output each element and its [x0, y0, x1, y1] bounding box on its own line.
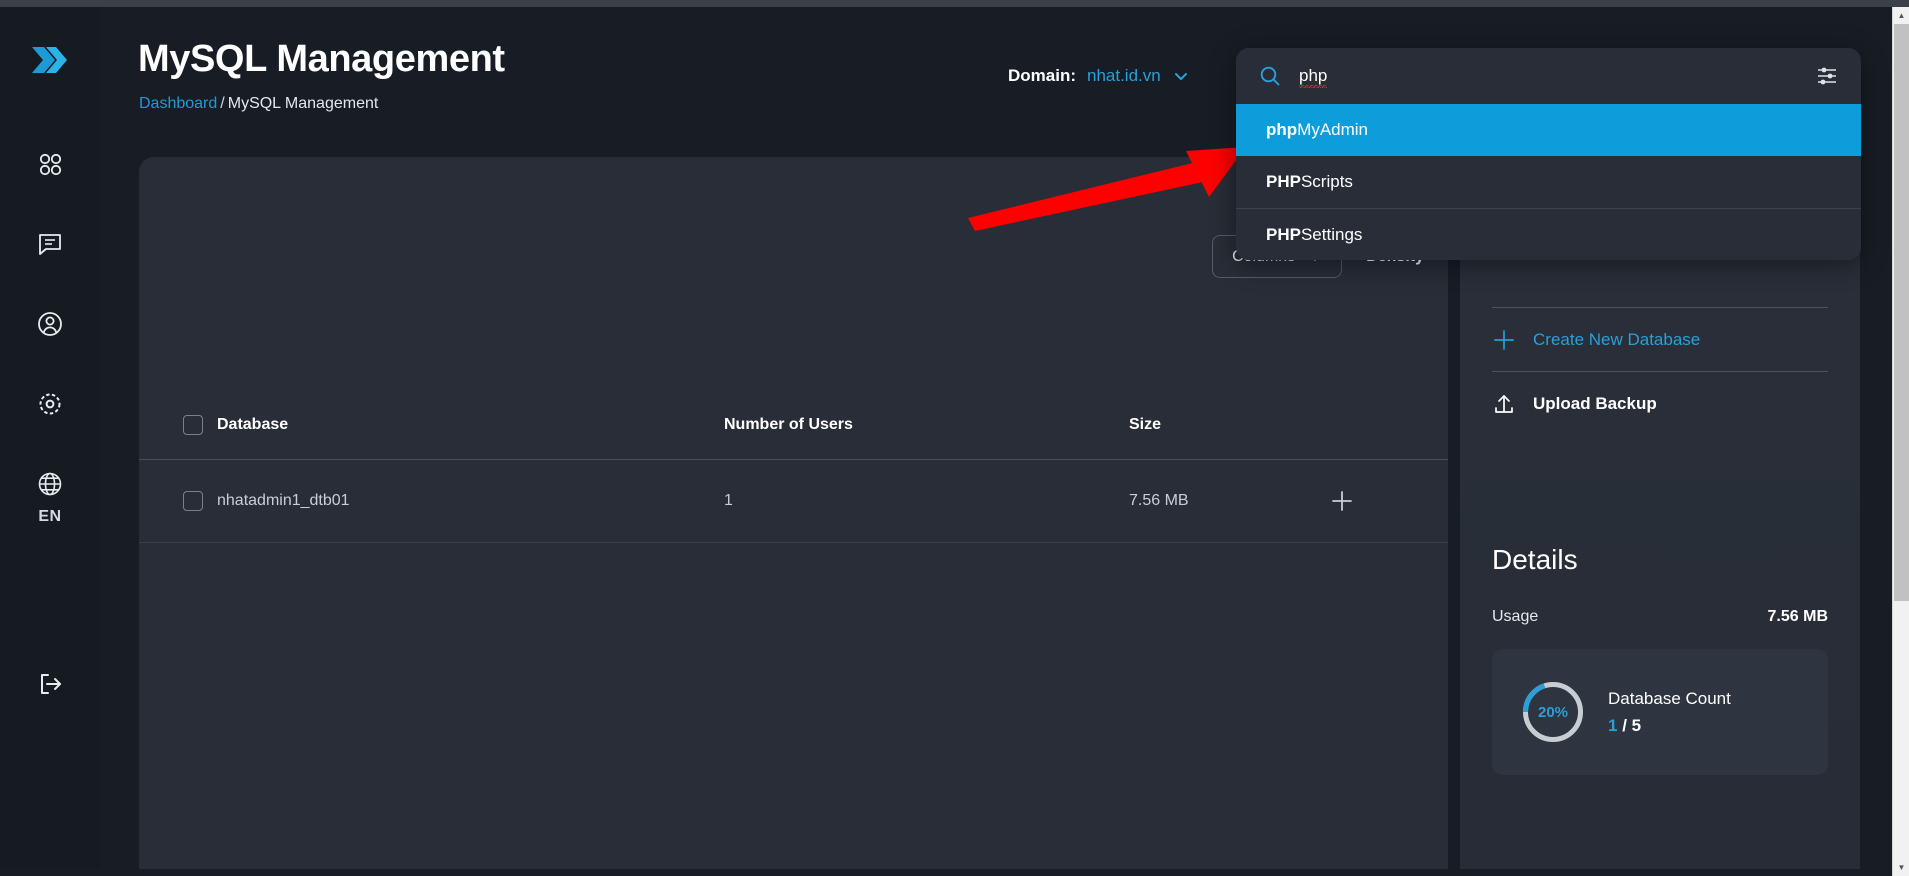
sidebar-item-settings[interactable] [35, 388, 66, 419]
domain-selector[interactable]: Domain: nhat.id.vn [1008, 66, 1190, 86]
database-count-total: 5 [1631, 715, 1642, 735]
page-title: MySQL Management [138, 38, 505, 80]
column-header-actions [1329, 415, 1448, 460]
usage-value: 7.56 MB [1767, 608, 1828, 625]
suggestion-rest: MyAdmin [1297, 120, 1369, 139]
upload-backup-button[interactable]: Upload Backup [1460, 372, 1860, 435]
suggestion-match: PHP [1266, 172, 1301, 191]
app-root: EN MySQL Management Dashboard / MySQL Mana… [0, 0, 1909, 876]
brand-logo-icon[interactable] [28, 38, 72, 82]
usage-label: Usage [1492, 608, 1539, 625]
left-sidebar: EN [0, 7, 100, 869]
plus-icon [1329, 488, 1448, 514]
scroll-down-icon[interactable]: ▼ [1893, 859, 1909, 876]
row-select-cell [139, 459, 217, 543]
user-circle-icon [35, 309, 65, 339]
search-suggestion-php-scripts[interactable]: PHP Scripts [1236, 156, 1861, 208]
row-expand-button[interactable] [1329, 459, 1448, 543]
sidebar-item-messages[interactable] [35, 228, 66, 259]
search-suggestion-php-settings[interactable]: PHP Settings [1236, 208, 1861, 260]
database-count-text: Database Count 1 / 5 [1608, 689, 1731, 736]
row-checkbox[interactable] [183, 491, 203, 511]
breadcrumb: Dashboard / MySQL Management [139, 95, 378, 113]
donut-percent-label: 20% [1537, 703, 1569, 721]
databases-table: Database Number of Users Size nhatadmin1… [139, 415, 1448, 543]
logout-button[interactable] [35, 669, 65, 699]
database-count-current: 1 [1608, 715, 1618, 735]
cell-size: 7.56 MB [1129, 459, 1329, 543]
page-scrollbar[interactable]: ▲ ▼ [1892, 7, 1909, 876]
breadcrumb-current: MySQL Management [227, 95, 379, 112]
create-database-button[interactable]: Create New Database [1460, 308, 1860, 371]
logout-icon [35, 674, 65, 703]
database-count-title: Database Count [1608, 688, 1731, 708]
column-header-size[interactable]: Size [1129, 415, 1329, 460]
table-row[interactable]: nhatadmin1_dtb01 1 7.56 MB [139, 459, 1448, 543]
database-count-separator: / [1622, 715, 1627, 735]
database-count-card: 20% Database Count 1 / 5 [1492, 649, 1828, 775]
create-database-label: Create New Database [1533, 329, 1701, 349]
sidebar-item-account[interactable] [35, 308, 66, 339]
globe-icon [35, 468, 66, 499]
chevron-down-icon [1172, 67, 1190, 85]
search-suggestion-phpmyadmin[interactable]: php MyAdmin [1236, 104, 1861, 156]
suggestion-rest: Settings [1300, 224, 1363, 244]
scroll-up-icon[interactable]: ▲ [1893, 7, 1909, 24]
search-bar[interactable]: php [1236, 48, 1861, 104]
sidebar-items: EN [35, 148, 66, 526]
domain-label: Domain: [1008, 66, 1076, 85]
details-heading: Details [1492, 544, 1578, 575]
search-input-value: php [1299, 66, 1328, 88]
browser-top-strip [0, 0, 1909, 7]
language-label: EN [38, 508, 62, 525]
domain-value: nhat.id.vn [1087, 66, 1161, 85]
table-header-row: Database Number of Users Size [139, 415, 1448, 460]
chat-bubble-icon [35, 229, 65, 259]
gear-icon [35, 389, 65, 419]
suggestion-match: php [1266, 120, 1298, 139]
search-suggestions: php MyAdmin PHP Scripts PHP Settings [1236, 104, 1861, 260]
select-all-header [139, 415, 217, 460]
column-header-users[interactable]: Number of Users [724, 415, 1129, 460]
cell-database: nhatadmin1_dtb01 [217, 459, 724, 543]
upload-backup-label: Upload Backup [1533, 393, 1657, 413]
suggestion-rest: Scripts [1300, 172, 1353, 191]
sidebar-item-language[interactable]: EN [35, 468, 66, 526]
search-popover: php php MyAdmin PHP Scripts PHP Settings [1236, 48, 1861, 260]
search-icon [1259, 65, 1281, 87]
database-count-donut: 20% [1520, 679, 1586, 745]
select-all-checkbox[interactable] [183, 415, 203, 435]
upload-icon [1492, 392, 1516, 416]
cell-users: 1 [724, 459, 1129, 543]
column-header-database[interactable]: Database [217, 415, 724, 460]
suggestion-match: PHP [1266, 224, 1301, 244]
usage-row: Usage 7.56 MB [1492, 608, 1828, 626]
sidebar-item-apps[interactable] [35, 148, 66, 179]
details-panel: Create New Database Upload Backup Detail… [1460, 157, 1860, 869]
databases-card: Columns Density Database Number of Users… [139, 157, 1448, 869]
breadcrumb-dashboard-link[interactable]: Dashboard [139, 95, 217, 112]
scrollbar-thumb[interactable] [1894, 24, 1909, 601]
breadcrumb-separator: / [220, 95, 225, 112]
database-count-values: 1 / 5 [1608, 716, 1731, 736]
sliders-filter-icon[interactable] [1815, 64, 1839, 88]
grid-apps-icon [35, 149, 65, 179]
plus-icon [1492, 328, 1516, 352]
search-input[interactable]: php [1299, 66, 1815, 88]
